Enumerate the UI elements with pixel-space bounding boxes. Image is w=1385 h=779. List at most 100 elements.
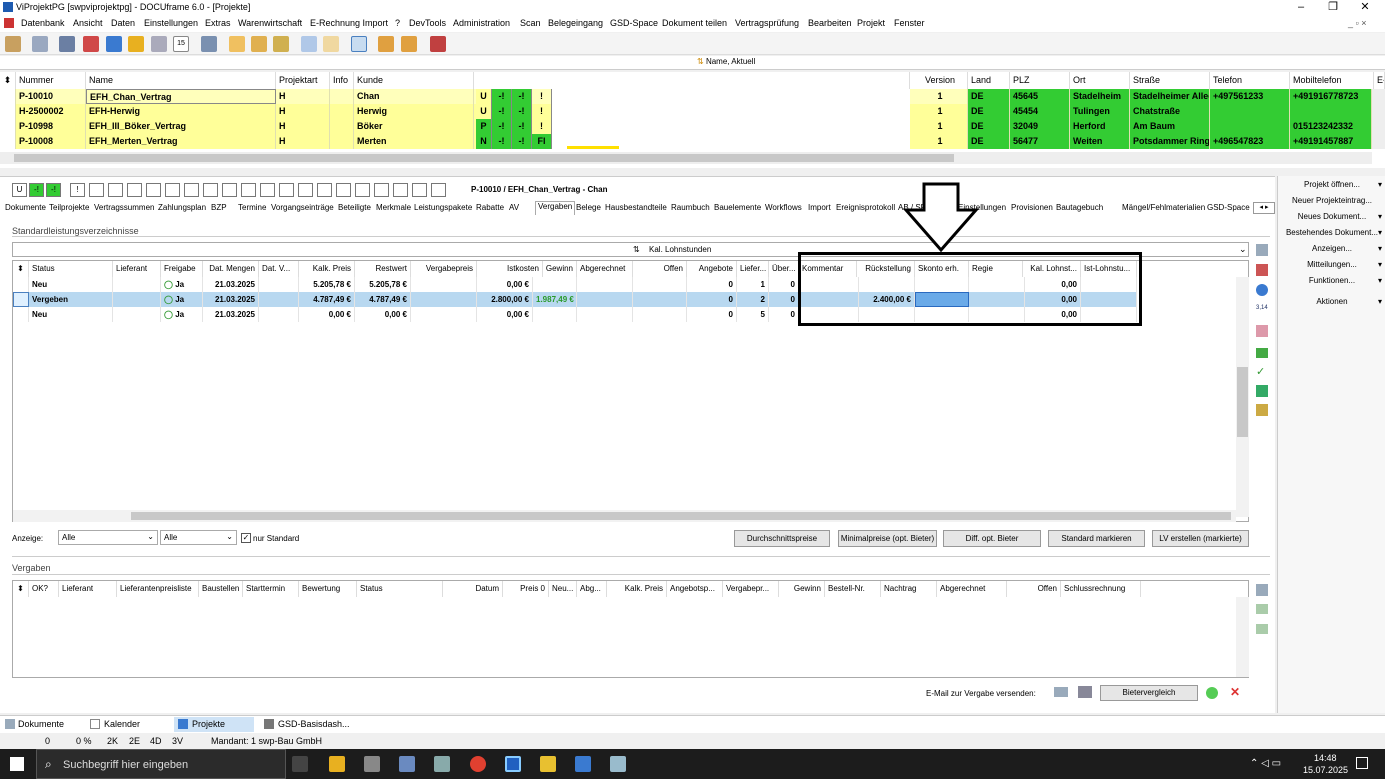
checkmark-icon[interactable]: ✓	[1256, 365, 1265, 378]
cell-ueber[interactable]: 0	[769, 292, 799, 307]
cell-land[interactable]: DE	[968, 89, 1010, 104]
cell-name[interactable]: EFH_III_Böker_Vertrag	[86, 119, 276, 134]
cell-dat-v[interactable]	[259, 307, 299, 322]
cell-kunde[interactable]: Chan	[354, 89, 474, 104]
cell-offen[interactable]	[633, 292, 687, 307]
move-up-icon[interactable]	[1256, 348, 1268, 358]
tab-5[interactable]: Termine	[238, 203, 266, 215]
slv-header-3[interactable]: Dat. Mengen	[203, 261, 259, 277]
row-handle[interactable]	[0, 89, 16, 104]
export-excel-icon[interactable]	[1256, 404, 1268, 416]
cell-istkosten[interactable]: 0,00 €	[477, 307, 533, 322]
cell-kalk-preis[interactable]: 4.787,49 €	[299, 292, 355, 307]
tab-2[interactable]: Vertragssummen	[94, 203, 154, 215]
calendar-export-icon[interactable]	[1256, 264, 1268, 276]
cell-strasse[interactable]: Chatstraße	[1130, 104, 1210, 119]
slv-header-12[interactable]: Angebote	[687, 261, 737, 277]
maximize-button[interactable]: ❐	[1320, 0, 1346, 15]
slv-header-14[interactable]: Über...	[769, 261, 799, 277]
status-flag-1[interactable]: -!	[29, 183, 44, 197]
slv-header-1[interactable]: Lieferant	[113, 261, 161, 277]
cell-telefon[interactable]: +497561233	[1210, 89, 1290, 104]
cell-angebote[interactable]: 0	[687, 292, 737, 307]
cell-lieferant[interactable]	[113, 277, 161, 292]
row-handle[interactable]	[13, 292, 29, 307]
cell-flag[interactable]: P	[476, 119, 492, 134]
slv-header-10[interactable]: Abgerechnet	[577, 261, 633, 277]
tab-4[interactable]: BZP	[211, 203, 227, 215]
taskbar-search-box[interactable]: ⌕ Suchbegriff hier eingeben	[36, 749, 286, 779]
vergaben-header-13[interactable]: Vergabepr...	[723, 581, 779, 597]
mdi-minimize-icon[interactable]: _ ▫ ×	[1348, 18, 1366, 28]
tag-icon[interactable]	[128, 36, 144, 52]
cell-plz[interactable]: 45645	[1010, 89, 1070, 104]
right-panel-item-6[interactable]: Funktionen... ▾	[1280, 276, 1384, 285]
empty-flag-box[interactable]	[165, 183, 180, 197]
cell-vergabepreis[interactable]	[411, 277, 477, 292]
header-nummer[interactable]: Nummer	[16, 72, 86, 89]
menu-gsd-space[interactable]: GSD-Space	[610, 18, 658, 28]
table-settings-icon[interactable]	[1256, 244, 1268, 256]
cell-abgerechnet[interactable]	[577, 307, 633, 322]
vergaben-header-14[interactable]: Gewinn	[779, 581, 825, 597]
vergaben-header-8[interactable]: Preis 0	[503, 581, 549, 597]
cell-liefer[interactable]: 5	[737, 307, 769, 322]
windows-start-icon[interactable]	[10, 757, 24, 771]
menu-scan[interactable]: Scan	[520, 18, 541, 28]
tab-6[interactable]: Vorgangseinträge	[271, 203, 334, 215]
right-panel-item-5[interactable]: Mitteilungen... ▾	[1280, 260, 1384, 269]
cell-status[interactable]: Neu	[29, 307, 113, 322]
empty-flag-box[interactable]	[184, 183, 199, 197]
excel-icon[interactable]	[1256, 385, 1268, 397]
slv-header-9[interactable]: Gewinn	[533, 261, 577, 277]
cell-flag[interactable]: U	[476, 89, 492, 104]
sort-filter-field[interactable]: ⇅ Name, Aktuell	[693, 57, 1383, 69]
empty-flag-box[interactable]	[108, 183, 123, 197]
row-handle[interactable]	[0, 119, 16, 134]
cell-flag[interactable]: -!	[492, 104, 512, 119]
tab-16[interactable]: Bauelemente	[714, 203, 761, 215]
cell-land[interactable]: DE	[968, 104, 1010, 119]
empty-flag-box[interactable]	[336, 183, 351, 197]
projects-vertical-scrollbar[interactable]	[1372, 89, 1385, 149]
menu-einstellungen[interactable]: Einstellungen	[144, 18, 198, 28]
vergaben-vertical-scrollbar[interactable]	[1236, 597, 1249, 677]
menu-projekt[interactable]: Projekt	[857, 18, 885, 28]
empty-flag-box[interactable]	[298, 183, 313, 197]
cell-freigabe[interactable]: ◯ Ja	[161, 292, 203, 307]
tab-9[interactable]: Leistungspakete	[414, 203, 472, 215]
system-menu-icon[interactable]	[4, 18, 14, 28]
right-panel-item-4[interactable]: Anzeigen... ▾	[1280, 244, 1384, 253]
cell-vergabepreis[interactable]	[411, 292, 477, 307]
menu-devtools[interactable]: DevTools	[409, 18, 446, 28]
org-chart-icon[interactable]	[83, 36, 99, 52]
slv-vertical-scrollbar[interactable]	[1236, 277, 1249, 517]
cell-land[interactable]: DE	[968, 134, 1010, 149]
right-panel-item-3[interactable]: Bestehendes Dokument... ▾	[1280, 228, 1384, 237]
cell-ort[interactable]: Stadelheim	[1070, 89, 1130, 104]
add-icon[interactable]	[1206, 687, 1218, 699]
right-panel-item-2[interactable]: Neues Dokument... ▾	[1280, 212, 1384, 221]
row-handle[interactable]	[0, 134, 16, 149]
header-name[interactable]: Name	[86, 72, 276, 89]
cell-telefon[interactable]: +496547823	[1210, 134, 1290, 149]
cell-mobiltelefon[interactable]: +49191457887	[1290, 134, 1372, 149]
slv-horizontal-scrollbar[interactable]	[13, 510, 1236, 522]
cell-flag[interactable]: -!	[512, 89, 532, 104]
cell-name[interactable]: EFH-Herwig	[86, 104, 276, 119]
cell-flag[interactable]: !	[532, 104, 552, 119]
documents-icon[interactable]	[151, 36, 167, 52]
tray-icons[interactable]: ⌃ ◁ ▭	[1250, 758, 1281, 769]
tab-17[interactable]: Workflows	[765, 203, 802, 215]
excel-icon[interactable]	[1256, 604, 1268, 614]
menu-fenster[interactable]: Fenster	[894, 18, 925, 28]
anzeige-select-1[interactable]: Alle ⌄	[58, 530, 158, 545]
empty-flag-box[interactable]	[146, 183, 161, 197]
cell-abgerechnet[interactable]	[577, 277, 633, 292]
app-icon-4[interactable]	[610, 756, 626, 772]
status-flag-2[interactable]: -!	[46, 183, 61, 197]
cell-projektart[interactable]: H	[276, 104, 330, 119]
cell-telefon[interactable]	[1210, 119, 1290, 134]
cell-status[interactable]: Vergeben	[29, 292, 113, 307]
users-icon[interactable]	[378, 36, 394, 52]
